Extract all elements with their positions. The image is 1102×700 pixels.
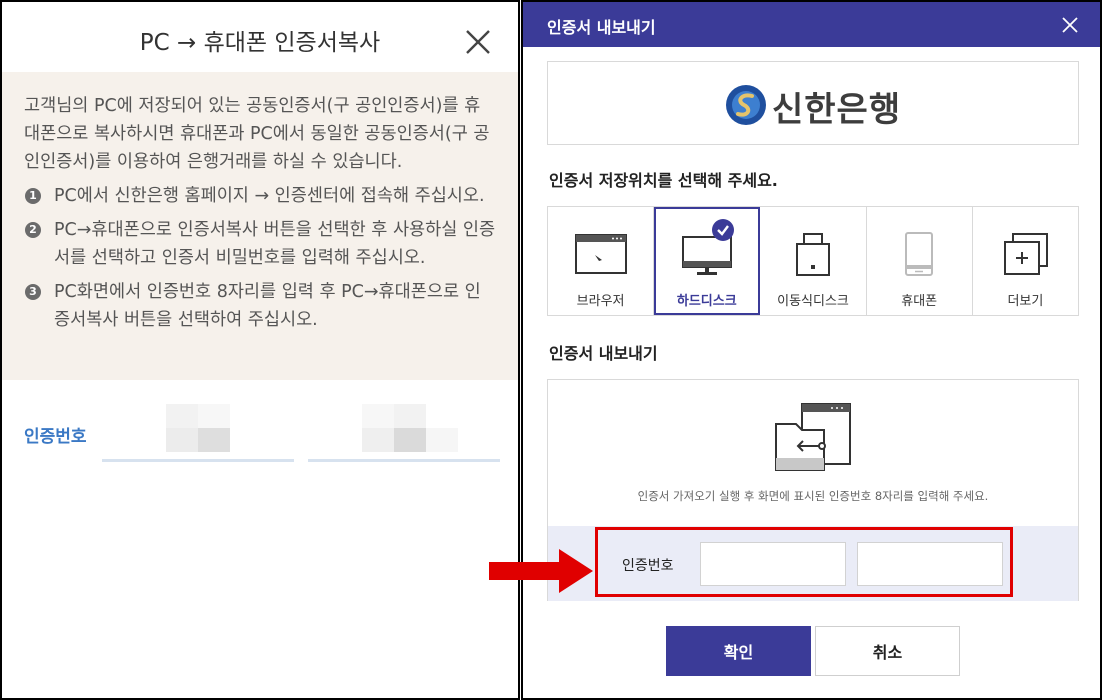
cancel-button[interactable]: 취소 xyxy=(815,626,960,676)
guide-intro-text: 고객님의 PC에 저장되어 있는 공동인증서(구 공인인증서)를 휴대폰으로 복… xyxy=(24,96,490,172)
step-number-badge: 3 xyxy=(25,284,41,300)
export-certificate-dialog: 인증서 내보내기 신한은행 인증서 저장위치를 선택해 주세요. 브라우저 하드… xyxy=(521,0,1102,700)
location-option-phone[interactable]: 휴대폰 xyxy=(866,207,973,315)
phone-icon xyxy=(905,232,934,276)
check-icon xyxy=(712,219,735,241)
location-option-harddisk[interactable]: 하드디스크 xyxy=(654,207,761,315)
step-number-badge: 2 xyxy=(25,222,41,238)
location-option-browser[interactable]: 브라우저 xyxy=(548,207,655,315)
storage-location-selector: 브라우저 하드디스크 이동식디스크 휴대폰 더보기 xyxy=(547,206,1079,316)
guide-step: 2 PC→휴대폰으로 인증서복사 버튼을 선택한 후 사용하실 인증서를 선택하… xyxy=(24,216,496,272)
auth-code-field-2[interactable] xyxy=(308,404,500,462)
bank-name: 신한은행 xyxy=(772,90,902,130)
bank-logo-box: 신한은행 xyxy=(547,61,1079,145)
auth-code-input-2[interactable] xyxy=(857,542,1003,586)
guide-step: 3 PC화면에서 인증번호 8자리를 입력 후 PC→휴대폰으로 인증서복사 버… xyxy=(24,278,496,334)
masked-digit xyxy=(394,428,426,452)
dialog-title: 인증서 내보내기 xyxy=(547,18,656,37)
location-prompt: 인증서 저장위치를 선택해 주세요. xyxy=(549,171,778,190)
masked-digit xyxy=(426,428,458,452)
auth-code-field-1[interactable] xyxy=(102,404,294,462)
export-section-title: 인증서 내보내기 xyxy=(549,344,658,363)
guide-info-box: 고객님의 PC에 저장되어 있는 공동인증서(구 공인인증서)를 휴대폰으로 복… xyxy=(2,72,518,380)
location-option-more[interactable]: 더보기 xyxy=(972,207,1079,315)
location-label: 이동식디스크 xyxy=(777,294,849,309)
guide-step: 1 PC에서 신한은행 홈페이지 → 인증센터에 접속해 주십시오. xyxy=(24,182,496,210)
masked-digit xyxy=(362,404,394,428)
step-text: PC에서 신한은행 홈페이지 → 인증센터에 접속해 주십시오. xyxy=(54,186,485,206)
masked-digit xyxy=(198,428,230,452)
close-icon[interactable] xyxy=(464,28,492,56)
auth-code-label: 인증번호 xyxy=(24,427,87,447)
more-icon xyxy=(1004,233,1049,275)
step-text: PC→휴대폰으로 인증서복사 버튼을 선택한 후 사용하실 인증서를 선택하고 … xyxy=(54,220,496,268)
auth-code-input-1[interactable] xyxy=(700,542,846,586)
masked-digit xyxy=(394,404,426,428)
export-guide-text: 인증서 가져오기 실행 후 화면에 표시된 인증번호 8자리를 입력해 주세요. xyxy=(637,489,989,503)
location-label: 하드디스크 xyxy=(676,294,737,309)
close-icon[interactable] xyxy=(1060,15,1080,35)
export-panel: 인증서 가져오기 실행 후 화면에 표시된 인증번호 8자리를 입력해 주세요.… xyxy=(547,379,1079,601)
step-text: PC화면에서 인증번호 8자리를 입력 후 PC→휴대폰으로 인증서복사 버튼을… xyxy=(54,282,481,330)
copy-guide-panel: PC → 휴대폰 인증서복사 고객님의 PC에 저장되어 있는 공동인증서(구 … xyxy=(0,0,520,700)
step-number-badge: 1 xyxy=(25,188,41,204)
masked-digit xyxy=(362,428,394,452)
auth-code-input-row: 인증번호 xyxy=(548,526,1078,601)
dialog-header: 인증서 내보내기 xyxy=(523,2,1100,47)
red-arrow-icon xyxy=(489,549,593,593)
usb-drive-icon xyxy=(796,233,830,276)
export-folder-icon xyxy=(775,403,851,471)
panel-title: PC → 휴대폰 인증서복사 xyxy=(139,30,381,56)
shinhan-emblem-icon xyxy=(726,85,766,125)
location-label: 브라우저 xyxy=(576,294,625,309)
location-option-removable-disk[interactable]: 이동식디스크 xyxy=(760,207,867,315)
masked-digit xyxy=(166,428,198,452)
location-label: 휴대폰 xyxy=(901,294,938,309)
masked-digit xyxy=(198,404,230,428)
auth-code-label: 인증번호 xyxy=(622,558,674,574)
confirm-button[interactable]: 확인 xyxy=(666,626,811,676)
browser-icon xyxy=(574,234,627,274)
masked-digit xyxy=(166,404,198,428)
location-label: 더보기 xyxy=(1007,294,1044,309)
